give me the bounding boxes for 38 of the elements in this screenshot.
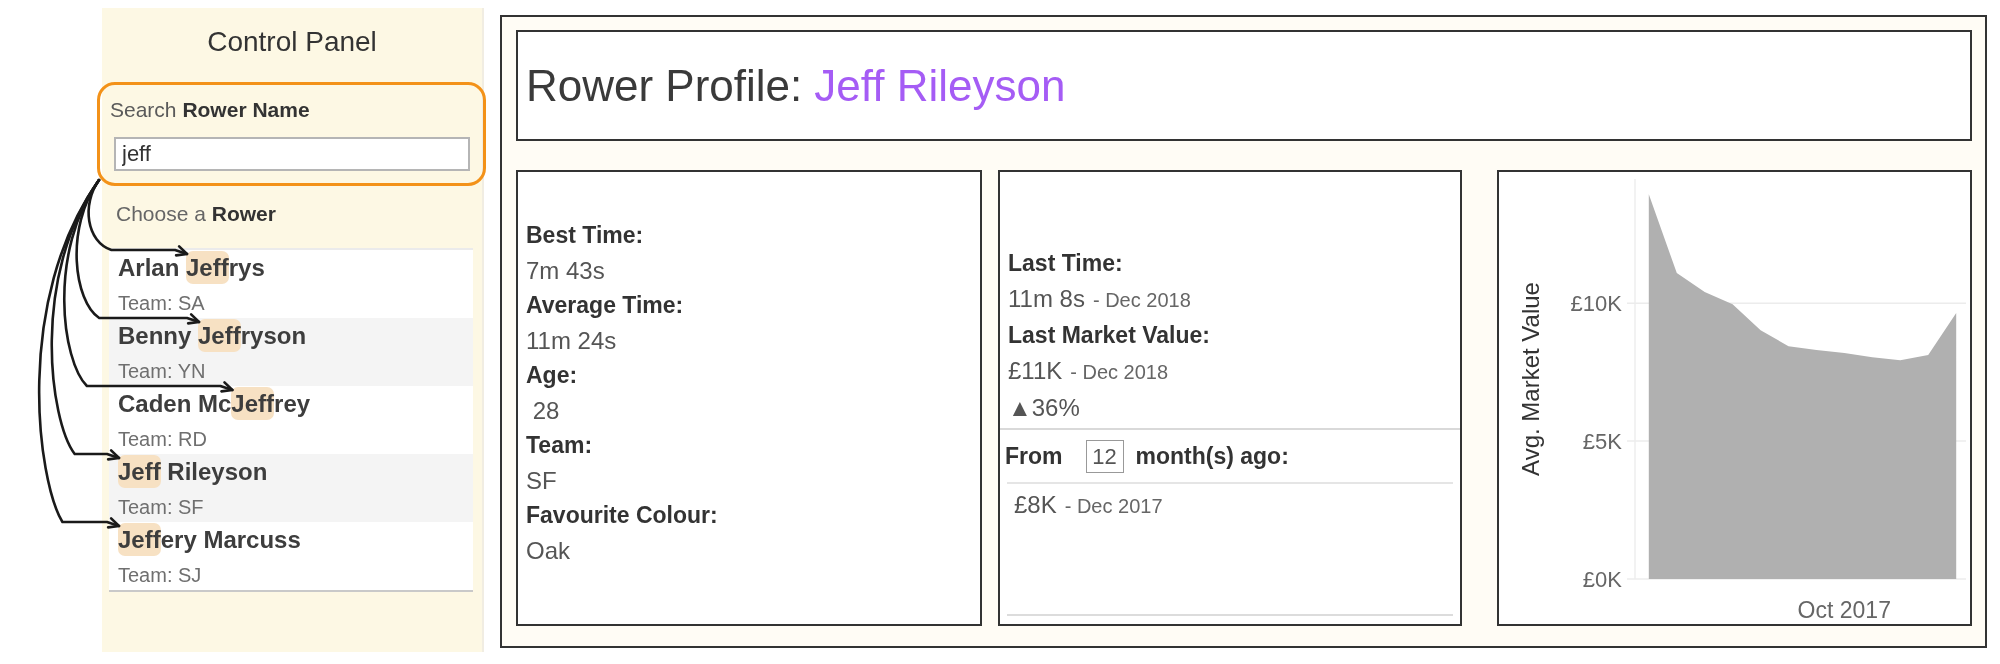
date-text: - Dec 2017 [1064,494,1163,519]
stat-value: 28 [531,397,560,424]
months-field[interactable]: 12 [1085,439,1124,473]
stat-value: 11m 24s [526,327,617,354]
stat-label: Favourite Colour: [526,501,719,530]
stat-label: Last Market Value: [1008,321,1211,350]
profile-title: Rower Profile: [526,59,803,112]
rower-list-item[interactable]: Benny Jeffryson Team: YN [109,318,473,386]
stat-label: Age: [526,361,579,390]
date-text: - Dec 2018 [1070,360,1169,385]
y-tick-label: £10K [1570,290,1622,316]
from-label: From [1005,441,1063,471]
rower-list-item[interactable]: Caden McJeffrey Team: RD [109,386,473,454]
search-label: Search Rower Name [110,97,311,123]
stat-value: 7m 43s [526,257,605,284]
change-text: ▲36% [1008,394,1080,421]
stat-label: Last Time: [1008,249,1124,278]
stat-value: 11m 8s [1008,284,1085,314]
stat-value: £8K [1014,490,1057,520]
rower-list-item[interactable]: Arlan Jeffrys Team: SA [109,250,473,318]
y-axis-title: Avg. Market Value [1516,282,1544,476]
date-text: - Dec 2018 [1092,288,1191,313]
profile-rower-name: Jeff Rileyson [814,59,1066,112]
stat-label: Average Time: [526,291,685,320]
stat-label: Team: [526,431,594,460]
search-field[interactable]: jeff [114,137,470,171]
rower-list-item[interactable]: Jeffery Marcuss Team: SJ [109,522,473,590]
panel-title: Control Panel [206,25,378,59]
y-tick-label: £5K [1582,428,1622,454]
stat-value: SF [526,467,557,494]
rower-list-item[interactable]: Jeff Rileyson Team: SF [109,454,473,522]
choose-label: Choose a Rower [116,201,277,227]
stat-value: £11K [1008,356,1063,386]
months-label: month(s) ago: [1135,441,1289,471]
x-axis-date-label: Oct 2017 [1797,597,1891,623]
y-tick-label: £0K [1582,566,1622,592]
stat-value: Oak [526,537,570,564]
stat-label: Best Time: [526,221,645,250]
